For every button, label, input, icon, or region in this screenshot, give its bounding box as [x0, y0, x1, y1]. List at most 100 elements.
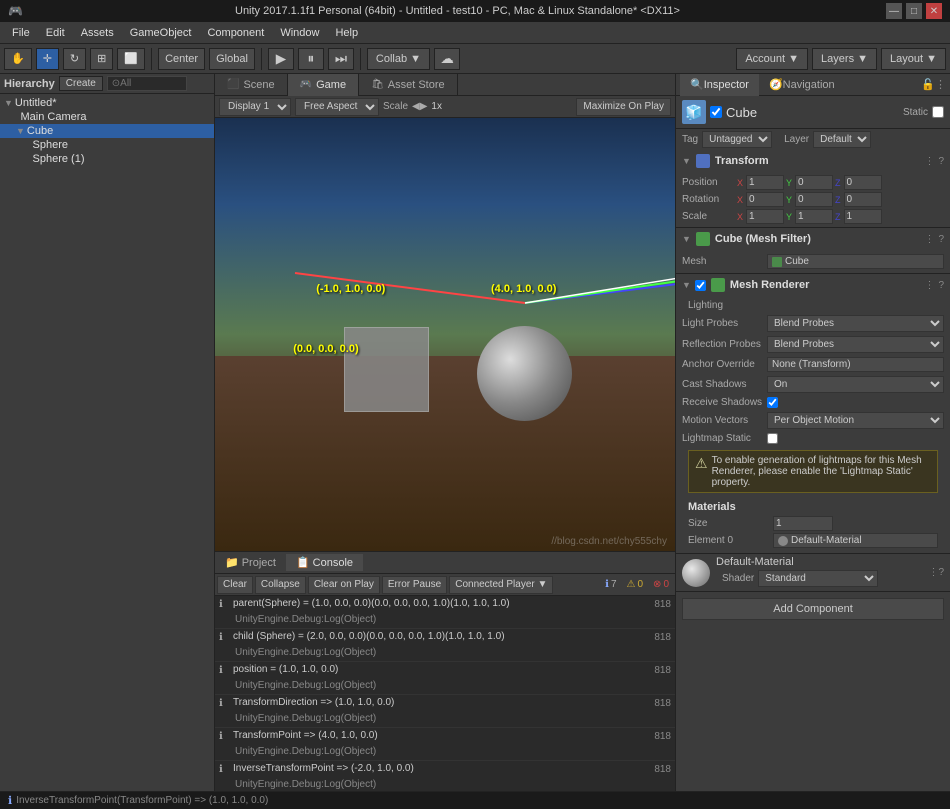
menu-edit[interactable]: Edit — [38, 25, 73, 41]
meshrenderer-help-button[interactable]: ? — [938, 280, 944, 291]
hierarchy-item-sphere[interactable]: Sphere — [0, 138, 214, 152]
tab-project[interactable]: 📁 Project — [215, 554, 286, 571]
collapse-button[interactable]: Collapse — [255, 576, 306, 594]
menu-assets[interactable]: Assets — [73, 25, 122, 41]
hierarchy-item-cube[interactable]: ▼ Cube — [0, 124, 214, 138]
log-row-3[interactable]: ℹ TransformDirection => (1.0, 1.0, 0.0) … — [215, 695, 675, 711]
clear-button[interactable]: Clear — [217, 576, 253, 594]
menu-gameobject[interactable]: GameObject — [122, 25, 200, 41]
tag-select[interactable]: Untagged — [702, 131, 772, 148]
log-subrow-2[interactable]: UnityEngine.Debug:Log(Object) — [215, 678, 675, 694]
layer-select[interactable]: Default — [813, 131, 871, 148]
log-item-5[interactable]: ℹ InverseTransformPoint => (-2.0, 1.0, 0… — [215, 761, 675, 791]
meshrenderer-enabled-checkbox[interactable] — [695, 280, 706, 291]
display-select[interactable]: Display 1 — [219, 98, 291, 116]
tab-assetstore[interactable]: 🛍 Asset Store — [359, 74, 458, 96]
pause-button[interactable]: ⏸ — [298, 48, 324, 70]
log-subrow-1[interactable]: UnityEngine.Debug:Log(Object) — [215, 645, 675, 661]
scale-tool-button[interactable]: ⊞ — [90, 48, 113, 70]
log-row-5[interactable]: ℹ InverseTransformPoint => (-2.0, 1.0, 0… — [215, 761, 675, 777]
add-component-button[interactable]: Add Component — [682, 598, 944, 620]
transform-menu-button[interactable]: ⋮ — [924, 156, 934, 167]
material-menu-button[interactable]: ⋮ — [928, 567, 938, 578]
log-item-3[interactable]: ℹ TransformDirection => (1.0, 1.0, 0.0) … — [215, 695, 675, 728]
receive-shadows-checkbox[interactable] — [767, 397, 778, 408]
account-dropdown[interactable]: Account ▼ — [736, 48, 808, 70]
maximize-on-play-button[interactable]: Maximize On Play — [576, 98, 671, 116]
play-button[interactable]: ▶ — [268, 48, 294, 70]
scale-x-input[interactable] — [746, 209, 784, 224]
hierarchy-item-maincamera[interactable]: Main Camera — [0, 110, 214, 124]
hand-tool-button[interactable]: ✋ — [4, 48, 32, 70]
motion-vectors-select[interactable]: Per Object Motion — [767, 412, 944, 429]
pos-x-input[interactable] — [746, 175, 784, 190]
rect-tool-button[interactable]: ⬜ — [117, 48, 145, 70]
rot-y-input[interactable] — [795, 192, 833, 207]
log-item-4[interactable]: ℹ TransformPoint => (4.0, 1.0, 0.0) 818 … — [215, 728, 675, 761]
menu-window[interactable]: Window — [272, 25, 327, 41]
cloud-button[interactable]: ☁ — [434, 48, 460, 70]
connected-player-button[interactable]: Connected Player ▼ — [449, 576, 553, 594]
scale-y-input[interactable] — [795, 209, 833, 224]
object-active-checkbox[interactable] — [710, 106, 722, 118]
menu-file[interactable]: File — [4, 25, 38, 41]
tab-console[interactable]: 📋 Console — [286, 554, 363, 571]
collab-button[interactable]: Collab ▼ — [367, 48, 430, 70]
menu-help[interactable]: Help — [327, 25, 366, 41]
inspector-lock-button[interactable]: 🔓 — [921, 78, 935, 91]
anchor-override-ref[interactable]: None (Transform) — [767, 357, 944, 372]
element0-ref[interactable]: Default-Material — [773, 533, 938, 548]
hierarchy-item-untitled[interactable]: ▼ Untitled* — [0, 96, 214, 110]
log-item-0[interactable]: ℹ parent(Sphere) = (1.0, 0.0, 0.0)(0.0, … — [215, 596, 675, 629]
hierarchy-create-button[interactable]: Create — [59, 76, 103, 91]
log-subrow-0[interactable]: UnityEngine.Debug:Log(Object) — [215, 612, 675, 628]
tab-game[interactable]: 🎮 Game — [288, 74, 359, 96]
log-item-2[interactable]: ℹ position = (1.0, 1.0, 0.0) 818 UnityEn… — [215, 662, 675, 695]
log-subrow-5[interactable]: UnityEngine.Debug:Log(Object) — [215, 777, 675, 791]
menu-component[interactable]: Component — [199, 25, 272, 41]
step-button[interactable]: ⏭ — [328, 48, 354, 70]
meshfilter-help-button[interactable]: ? — [938, 234, 944, 245]
shader-select[interactable]: Standard — [758, 570, 878, 587]
inspector-settings-button[interactable]: ⋮ — [935, 78, 946, 91]
log-row-4[interactable]: ℹ TransformPoint => (4.0, 1.0, 0.0) 818 — [215, 728, 675, 744]
meshrenderer-header[interactable]: ▼ Mesh Renderer ⋮ ? — [676, 274, 950, 296]
transform-header[interactable]: ▼ Transform ⋮ ? — [676, 150, 950, 172]
log-row-0[interactable]: ℹ parent(Sphere) = (1.0, 0.0, 0.0)(0.0, … — [215, 596, 675, 612]
rotate-tool-button[interactable]: ↻ — [63, 48, 86, 70]
materials-size-input[interactable] — [773, 516, 833, 531]
log-row-2[interactable]: ℹ position = (1.0, 1.0, 0.0) 818 — [215, 662, 675, 678]
rot-z-input[interactable] — [844, 192, 882, 207]
meshfilter-menu-button[interactable]: ⋮ — [924, 234, 934, 245]
tab-scene[interactable]: ⬛ Scene — [215, 74, 288, 96]
lightmap-static-checkbox[interactable] — [767, 433, 778, 444]
aspect-select[interactable]: Free Aspect — [295, 98, 379, 116]
log-subrow-4[interactable]: UnityEngine.Debug:Log(Object) — [215, 744, 675, 760]
center-toggle-button[interactable]: Center — [158, 48, 205, 70]
tab-inspector[interactable]: 🔍 Inspector — [680, 74, 759, 96]
layout-dropdown[interactable]: Layout ▼ — [881, 48, 946, 70]
tab-navigation[interactable]: 🧭 Navigation — [759, 74, 845, 96]
rot-x-input[interactable] — [746, 192, 784, 207]
log-item-1[interactable]: ℹ child (Sphere) = (2.0, 0.0, 0.0)(0.0, … — [215, 629, 675, 662]
light-probes-select[interactable]: Blend Probes — [767, 315, 944, 332]
error-pause-button[interactable]: Error Pause — [382, 576, 447, 594]
meshfilter-header[interactable]: ▼ Cube (Mesh Filter) ⋮ ? — [676, 228, 950, 250]
material-help-button[interactable]: ? — [938, 567, 944, 578]
meshrenderer-menu-button[interactable]: ⋮ — [924, 280, 934, 291]
hierarchy-search-input[interactable] — [107, 76, 187, 91]
static-checkbox[interactable] — [932, 106, 944, 118]
log-row-1[interactable]: ℹ child (Sphere) = (2.0, 0.0, 0.0)(0.0, … — [215, 629, 675, 645]
clear-on-play-button[interactable]: Clear on Play — [308, 576, 380, 594]
move-tool-button[interactable]: ✛ — [36, 48, 59, 70]
pos-y-input[interactable] — [795, 175, 833, 190]
scale-z-input[interactable] — [844, 209, 882, 224]
maximize-button[interactable]: □ — [906, 3, 922, 19]
log-subrow-3[interactable]: UnityEngine.Debug:Log(Object) — [215, 711, 675, 727]
pos-z-input[interactable] — [844, 175, 882, 190]
mesh-value-ref[interactable]: Cube — [767, 254, 944, 269]
close-button[interactable]: ✕ — [926, 3, 942, 19]
global-toggle-button[interactable]: Global — [209, 48, 255, 70]
minimize-button[interactable]: — — [886, 3, 902, 19]
cast-shadows-select[interactable]: On — [767, 376, 944, 393]
